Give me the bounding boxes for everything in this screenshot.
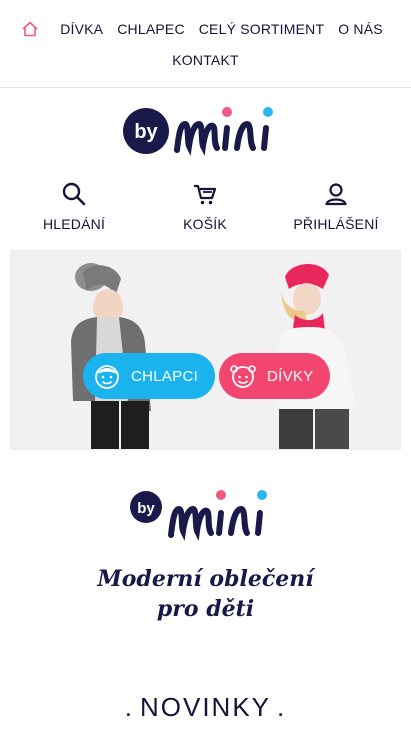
cart-action[interactable]: KOŠÍK: [145, 180, 265, 232]
nav-link-cely-sortiment[interactable]: CELÝ SORTIMENT: [199, 21, 324, 37]
search-icon: [14, 180, 134, 208]
svg-text:by: by: [137, 500, 155, 517]
cart-icon: [145, 180, 265, 208]
boys-button[interactable]: CHLAPCI: [83, 353, 215, 399]
nav-link-chlapec[interactable]: CHLAPEC: [117, 21, 185, 37]
girl-face-icon: [230, 365, 256, 388]
cart-label: KOŠÍK: [183, 216, 227, 232]
girls-button[interactable]: DÍVKY: [219, 353, 330, 399]
login-label: PŘIHLÁŠENÍ: [293, 216, 379, 232]
section-heading-novinky: . NOVINKY.: [0, 692, 411, 723]
user-icon: [276, 180, 396, 208]
search-action[interactable]: HLEDÁNÍ: [14, 180, 134, 232]
nav-link-divka[interactable]: DÍVKA: [60, 21, 103, 37]
nav-row-secondary: KONTAKT: [0, 52, 411, 70]
brand-logo: by: [0, 485, 411, 543]
svg-text:by: by: [134, 121, 158, 143]
header-actions: HLEDÁNÍ KOŠÍK PŘIHLÁŠENÍ: [0, 180, 411, 236]
home-icon[interactable]: [21, 20, 39, 38]
hero-banner: CHLAPCI DÍVKY: [10, 250, 401, 450]
site-logo[interactable]: by: [0, 102, 411, 160]
nav-link-o-nas[interactable]: O NÁS: [338, 21, 383, 37]
tagline-line-1: Moderní oblečení: [97, 566, 314, 592]
nav-link-kontakt[interactable]: KONTAKT: [172, 52, 238, 68]
hero-image: [11, 251, 400, 449]
tagline-line-2: pro děti: [156, 596, 255, 622]
top-navigation: DÍVKA CHLAPEC CELÝ SORTIMENT O NÁS KONTA…: [0, 0, 411, 88]
search-label: HLEDÁNÍ: [42, 216, 106, 232]
section-title: NOVINKY: [139, 692, 272, 722]
login-action[interactable]: PŘIHLÁŠENÍ: [276, 180, 396, 232]
nav-row: DÍVKA CHLAPEC CELÝ SORTIMENT O NÁS: [0, 20, 411, 38]
boys-button-label: CHLAPCI: [131, 367, 199, 385]
boy-face-icon: [95, 365, 119, 389]
heading-dot-right: .: [277, 692, 287, 722]
girls-button-label: DÍVKY: [267, 367, 314, 385]
brand-tagline: Moderní oblečení pro děti: [0, 564, 411, 624]
heading-dot-left: .: [124, 692, 134, 722]
